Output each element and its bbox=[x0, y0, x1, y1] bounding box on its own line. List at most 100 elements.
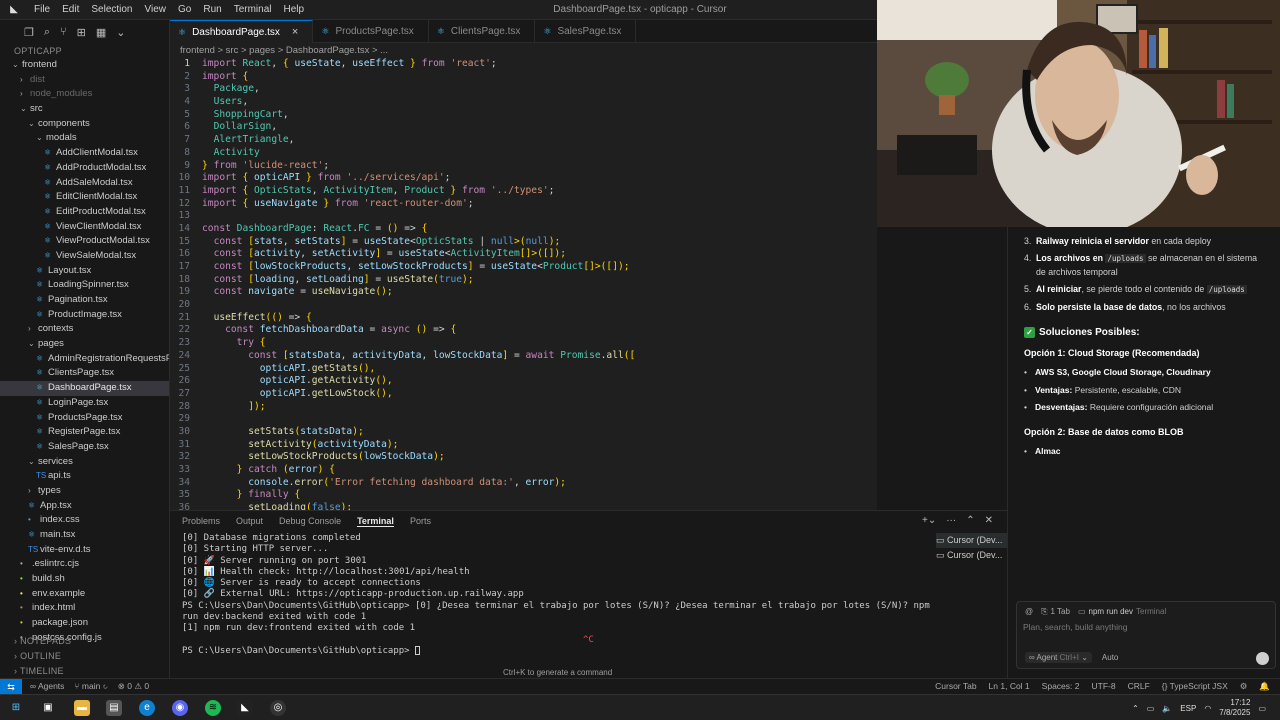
tree-item[interactable]: ⚛ LoginPage.tsx bbox=[0, 396, 169, 411]
code-line[interactable]: 17 const [lowStockProducts, setLowStockP… bbox=[170, 261, 877, 274]
file-explorer-icon[interactable]: ▬ bbox=[74, 700, 90, 716]
menu-item-file[interactable]: File bbox=[28, 0, 56, 20]
bell-icon[interactable]: 🔔 bbox=[1259, 681, 1270, 692]
tree-item[interactable]: ⌄ services bbox=[0, 455, 169, 470]
tree-item[interactable]: ⚛ AdminRegistrationRequestsPag... bbox=[0, 352, 169, 367]
tree-item[interactable]: ⚛ EditClientModal.tsx bbox=[0, 190, 169, 205]
tree-item[interactable]: • index.css bbox=[0, 513, 169, 528]
code-line[interactable]: 5 ShoppingCart, bbox=[170, 109, 877, 122]
code-line[interactable]: 30 setStats(statsData); bbox=[170, 426, 877, 439]
panel-tab-output[interactable]: Output bbox=[236, 516, 263, 526]
code-line[interactable]: 22 const fetchDashboardData = async () =… bbox=[170, 324, 877, 337]
start-icon[interactable]: ⊞ bbox=[8, 700, 24, 716]
context-terminal-pill[interactable]: ▭ npm run dev Terminal bbox=[1078, 607, 1166, 617]
code-line[interactable]: 21 useEffect(() => { bbox=[170, 312, 877, 325]
code-line[interactable]: 29 bbox=[170, 413, 877, 426]
code-line[interactable]: 9} from 'lucide-react'; bbox=[170, 160, 877, 173]
code-line[interactable]: 23 try { bbox=[170, 337, 877, 350]
code-line[interactable]: 28 ]); bbox=[170, 401, 877, 414]
tree-item[interactable]: • index.html bbox=[0, 601, 169, 616]
terminal-list-item[interactable]: ▭ Cursor (Dev... bbox=[936, 548, 1007, 563]
tree-item[interactable]: ⚛ SalesPage.tsx bbox=[0, 440, 169, 455]
branch-status[interactable]: ⑂ main ↻ bbox=[74, 681, 107, 692]
code-line[interactable]: 8 Activity bbox=[170, 147, 877, 160]
tree-item[interactable]: ⚛ App.tsx bbox=[0, 499, 169, 514]
context-tab-pill[interactable]: ⎘ 1 Tab bbox=[1041, 607, 1070, 617]
menu-item-view[interactable]: View bbox=[139, 0, 173, 20]
tree-item[interactable]: ⚛ DashboardPage.tsx bbox=[0, 381, 169, 396]
maximize-icon[interactable]: ⌃ bbox=[966, 515, 974, 526]
search-icon[interactable]: ⌕ bbox=[44, 26, 50, 39]
tree-item[interactable]: • .eslintrc.cjs bbox=[0, 557, 169, 572]
tree-item[interactable]: ⌄ components bbox=[0, 117, 169, 132]
tree-item[interactable]: › types bbox=[0, 484, 169, 499]
tree-item[interactable]: ⚛ AddClientModal.tsx bbox=[0, 146, 169, 161]
code-line[interactable]: 4 Users, bbox=[170, 96, 877, 109]
code-line[interactable]: 27 opticAPI.getLowStock(), bbox=[170, 388, 877, 401]
panel-tab-ports[interactable]: Ports bbox=[410, 516, 431, 526]
grid-icon[interactable]: ▦ bbox=[96, 26, 106, 39]
code-line[interactable]: 7 AlertTriangle, bbox=[170, 134, 877, 147]
agents-status[interactable]: ∞ Agents bbox=[30, 681, 64, 692]
tab-dashboardpage-tsx[interactable]: ⚛ DashboardPage.tsx × bbox=[170, 20, 314, 43]
code-line[interactable]: 36 setLoading(false); bbox=[170, 502, 877, 510]
files-icon[interactable]: ❐ bbox=[24, 26, 34, 39]
tree-item[interactable]: ⚛ main.tsx bbox=[0, 528, 169, 543]
tree-item[interactable]: ⚛ LoadingSpinner.tsx bbox=[0, 278, 169, 293]
obs-icon[interactable]: ◎ bbox=[270, 700, 286, 716]
tree-item[interactable]: ⚛ ProductImage.tsx bbox=[0, 308, 169, 323]
code-line[interactable]: 18 const [loading, setLoading] = useStat… bbox=[170, 274, 877, 287]
at-icon[interactable]: @ bbox=[1025, 607, 1033, 617]
problems-status[interactable]: ⊗ 0 ⚠ 0 bbox=[118, 681, 149, 692]
wifi-icon[interactable]: ◠ bbox=[1204, 704, 1211, 713]
code-editor[interactable]: 1 import React, { useState, useEffect } f… bbox=[170, 58, 877, 510]
new-terminal-icon[interactable]: +⌄ bbox=[922, 515, 936, 526]
tree-item[interactable]: › dist bbox=[0, 73, 169, 88]
status-item[interactable]: Ln 1, Col 1 bbox=[989, 681, 1030, 692]
tree-item[interactable]: TS vite-env.d.ts bbox=[0, 543, 169, 558]
edge-icon[interactable]: e bbox=[139, 700, 155, 716]
extensions-icon[interactable]: ⊞ bbox=[77, 26, 86, 39]
menu-item-selection[interactable]: Selection bbox=[85, 0, 138, 20]
close-icon[interactable]: ✕ bbox=[985, 515, 993, 526]
code-line[interactable]: 34 console.error('Error fetching dashboa… bbox=[170, 477, 877, 490]
code-line[interactable]: 20 bbox=[170, 299, 877, 312]
source-control-icon[interactable]: ⑂ bbox=[60, 26, 67, 38]
remote-icon[interactable]: ⇆ bbox=[0, 678, 22, 695]
section-notepads[interactable]: › NOTEPADS bbox=[0, 634, 169, 649]
close-icon[interactable]: × bbox=[292, 26, 298, 38]
tree-item[interactable]: ⌄ pages bbox=[0, 337, 169, 352]
model-selector[interactable]: Auto bbox=[1102, 653, 1118, 662]
tree-item[interactable]: • package.json bbox=[0, 616, 169, 631]
chevron-down-icon[interactable]: ⌄ bbox=[116, 26, 125, 39]
tree-item[interactable]: ⚛ ViewClientModal.tsx bbox=[0, 220, 169, 235]
tree-item[interactable]: ⌄ modals bbox=[0, 131, 169, 146]
tab-productspage-tsx[interactable]: ⚛ ProductsPage.tsx bbox=[313, 20, 429, 43]
tree-item[interactable]: › contexts bbox=[0, 322, 169, 337]
code-line[interactable]: 11 import { OpticStats, ActivityItem, Pro… bbox=[170, 185, 877, 198]
tree-item[interactable]: ⚛ AddSaleModal.tsx bbox=[0, 176, 169, 191]
status-item[interactable]: Spaces: 2 bbox=[1042, 681, 1080, 692]
volume-icon[interactable]: 🔈 bbox=[1162, 704, 1172, 713]
chevron-up-icon[interactable]: ⌃ bbox=[1132, 704, 1139, 713]
tree-item[interactable]: ⚛ ViewSaleModal.tsx bbox=[0, 249, 169, 264]
terminal-list-item[interactable]: ▭ Cursor (Dev... bbox=[936, 533, 1007, 548]
status-item[interactable]: {} TypeScript JSX bbox=[1162, 681, 1228, 692]
tree-item[interactable]: ⚛ RegisterPage.tsx bbox=[0, 425, 169, 440]
code-line[interactable]: 10 import { opticAPI } from '../services/… bbox=[170, 172, 877, 185]
code-line[interactable]: 12 import { useNavigate } from 'react-rou… bbox=[170, 198, 877, 211]
cursor-app-icon[interactable]: ◣ bbox=[237, 700, 253, 716]
menu-item-run[interactable]: Run bbox=[197, 0, 227, 20]
tab-salespage-tsx[interactable]: ⚛ SalesPage.tsx bbox=[535, 20, 637, 43]
menu-item-terminal[interactable]: Terminal bbox=[228, 0, 278, 20]
code-line[interactable]: 19 const navigate = useNavigate(); bbox=[170, 286, 877, 299]
code-line[interactable]: 24 const [statsData, activityData, lowSt… bbox=[170, 350, 877, 363]
status-item[interactable]: CRLF bbox=[1128, 681, 1150, 692]
more-icon[interactable]: ··· bbox=[946, 515, 956, 526]
section-timeline[interactable]: › TIMELINE bbox=[0, 664, 169, 678]
tab-clientspage-tsx[interactable]: ⚛ ClientsPage.tsx bbox=[429, 20, 536, 43]
breadcrumb[interactable]: frontend > src > pages > DashboardPage.t… bbox=[170, 43, 877, 58]
code-line[interactable]: 6 DollarSign, bbox=[170, 121, 877, 134]
tree-item[interactable]: ⚛ Layout.tsx bbox=[0, 264, 169, 279]
code-line[interactable]: 32 setLowStockProducts(lowStockData); bbox=[170, 451, 877, 464]
